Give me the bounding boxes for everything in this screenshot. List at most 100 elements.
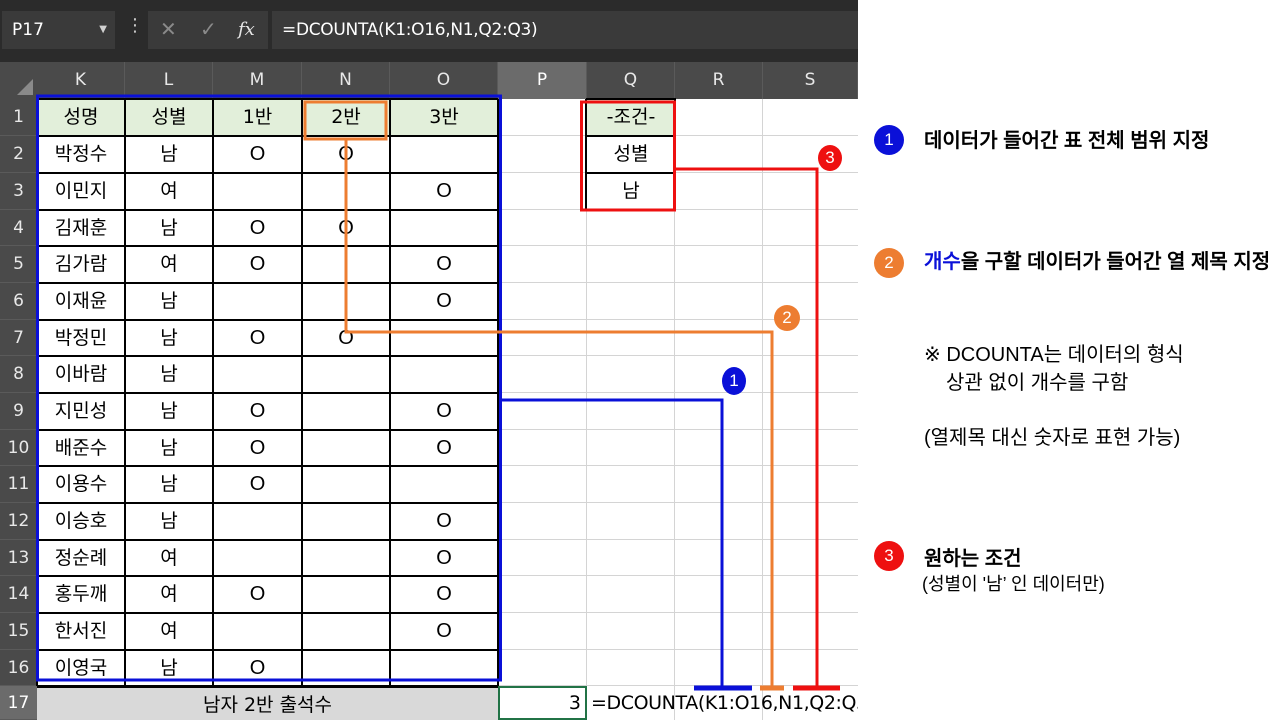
table-cell[interactable] [302,173,390,210]
table-cell[interactable]: 홍두깨 [37,576,125,613]
table-cell[interactable] [213,503,302,540]
fx-icon[interactable]: fx [238,19,255,40]
table-cell[interactable]: 여 [125,613,213,650]
table-cell[interactable] [302,356,390,393]
summary-formula-text[interactable]: =DCOUNTA(K1:O16,N1,Q2:Q3) [587,686,858,720]
table-cell[interactable]: O [302,320,390,356]
table-cell[interactable]: O [213,136,302,173]
table-cell[interactable] [390,466,498,503]
row-header-6[interactable]: 6 [0,283,37,320]
table-cell[interactable]: 남 [125,393,213,430]
table-cell[interactable]: 이영국 [37,650,125,686]
table-cell[interactable]: 여 [125,173,213,210]
table-cell[interactable]: 이용수 [37,466,125,503]
row-header-1[interactable]: 1 [0,99,37,136]
summary-result-cell[interactable]: 3 [498,686,587,720]
table-cell[interactable]: 이재윤 [37,283,125,320]
table-cell[interactable]: 남 [125,210,213,246]
row-header-11[interactable]: 11 [0,466,37,503]
table-cell[interactable]: 여 [125,246,213,283]
table-cell[interactable]: 지민성 [37,393,125,430]
table-header-cell[interactable]: 3반 [390,99,498,136]
table-cell[interactable]: O [213,650,302,686]
table-cell[interactable]: O [213,466,302,503]
table-cell[interactable] [213,283,302,320]
table-cell[interactable]: 박정수 [37,136,125,173]
table-cell[interactable]: O [390,576,498,613]
table-cell[interactable] [302,576,390,613]
summary-label-cell[interactable]: 남자 2반 출석수 [37,686,498,720]
table-cell[interactable]: O [213,210,302,246]
table-cell[interactable]: O [390,283,498,320]
table-cell[interactable]: O [213,430,302,466]
table-cell[interactable]: 여 [125,576,213,613]
table-cell[interactable]: 남 [125,503,213,540]
table-cell[interactable]: 남 [125,283,213,320]
table-cell[interactable] [390,356,498,393]
row-header-10[interactable]: 10 [0,430,37,466]
table-cell[interactable] [302,430,390,466]
row-header-5[interactable]: 5 [0,246,37,283]
column-header-0[interactable]: K [37,62,125,99]
row-header-7[interactable]: 7 [0,320,37,356]
column-header-7[interactable]: R [675,62,763,99]
column-header-1[interactable]: L [125,62,213,99]
table-cell[interactable] [390,650,498,686]
table-header-cell[interactable]: 성명 [37,99,125,136]
column-header-4[interactable]: O [390,62,498,99]
table-cell[interactable]: O [390,173,498,210]
table-cell[interactable] [390,136,498,173]
table-cell[interactable]: O [390,430,498,466]
table-cell[interactable]: O [390,540,498,576]
table-cell[interactable]: O [213,393,302,430]
criteria-title-cell[interactable]: -조건- [587,99,675,136]
criteria-field-cell[interactable]: 성별 [587,136,675,173]
table-cell[interactable]: O [213,320,302,356]
column-header-3[interactable]: N [302,62,390,99]
table-header-cell[interactable]: 2반 [302,99,390,136]
table-cell[interactable] [302,503,390,540]
checkmark-icon[interactable]: ✓ [200,17,217,41]
vertical-ellipsis-icon[interactable]: ⋮ [126,15,144,36]
table-cell[interactable]: 정순례 [37,540,125,576]
select-all-corner[interactable] [0,62,37,99]
table-cell[interactable]: O [213,246,302,283]
row-header-15[interactable]: 15 [0,613,37,650]
table-cell[interactable]: O [390,503,498,540]
row-header-8[interactable]: 8 [0,356,37,393]
table-cell[interactable] [213,613,302,650]
table-cell[interactable] [213,540,302,576]
formula-input[interactable]: =DCOUNTA(K1:O16,N1,Q2:Q3) [272,11,858,49]
table-cell[interactable] [302,246,390,283]
table-cell[interactable]: 여 [125,540,213,576]
row-header-4[interactable]: 4 [0,210,37,246]
chevron-down-icon[interactable]: ▼ [99,11,107,49]
criteria-value-cell[interactable]: 남 [587,173,675,210]
row-header-12[interactable]: 12 [0,503,37,540]
column-header-5[interactable]: P [498,62,587,99]
table-cell[interactable]: 김가람 [37,246,125,283]
name-box[interactable]: P17 ▼ [2,11,115,49]
cancel-x-icon[interactable]: ✕ [160,17,177,41]
table-cell[interactable]: O [390,246,498,283]
column-header-6[interactable]: Q [587,62,675,99]
table-header-cell[interactable]: 성별 [125,99,213,136]
table-cell[interactable]: 남 [125,356,213,393]
table-cell[interactable]: 남 [125,320,213,356]
table-cell[interactable]: 한서진 [37,613,125,650]
table-cell[interactable]: 배준수 [37,430,125,466]
table-cell[interactable]: O [390,393,498,430]
table-cell[interactable] [213,173,302,210]
table-cell[interactable]: 남 [125,650,213,686]
column-header-2[interactable]: M [213,62,302,99]
table-cell[interactable]: O [302,210,390,246]
row-header-2[interactable]: 2 [0,136,37,173]
row-header-14[interactable]: 14 [0,576,37,613]
table-cell[interactable]: 김재훈 [37,210,125,246]
table-cell[interactable]: O [213,576,302,613]
table-cell[interactable] [302,613,390,650]
table-cell[interactable]: 박정민 [37,320,125,356]
table-cell[interactable] [302,466,390,503]
table-cell[interactable] [390,210,498,246]
row-header-3[interactable]: 3 [0,173,37,210]
